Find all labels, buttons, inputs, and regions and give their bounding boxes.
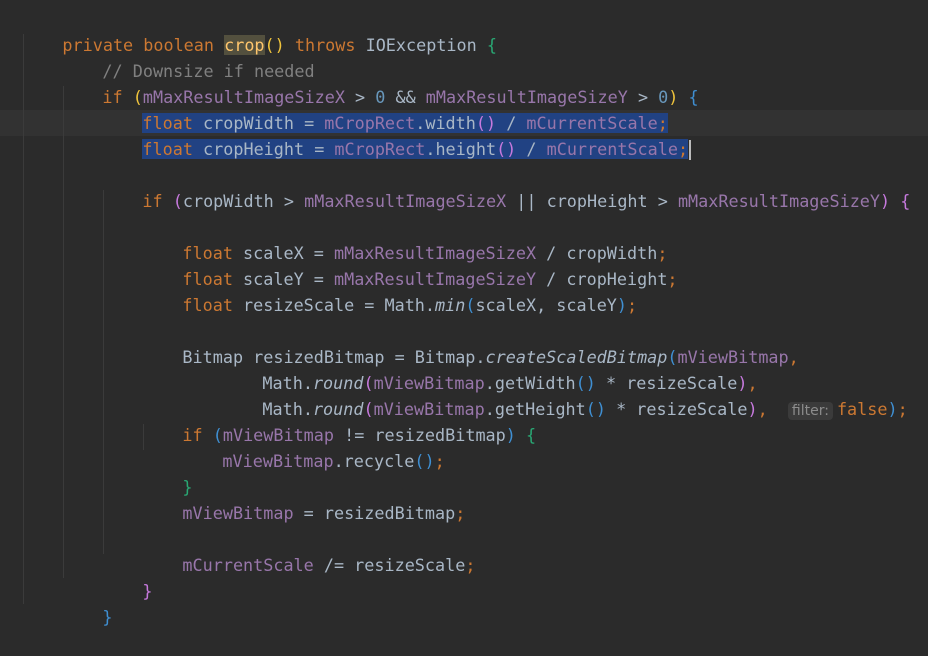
code-text: cropWidth > — [182, 191, 305, 211]
code-text: scaleX, scaleY — [475, 295, 617, 315]
closing-brace: } — [102, 607, 113, 627]
code-line[interactable]: mViewBitmap.recycle(); — [182, 422, 444, 471]
keyword-float: float — [182, 295, 233, 315]
code-line[interactable]: float resizeScale = Math.min(scaleX, sca… — [142, 266, 637, 315]
code-line[interactable]: if (mViewBitmap != resizedBitmap) { — [142, 396, 536, 445]
code-line[interactable]: Math.round(mViewBitmap.getHeight() * res… — [222, 370, 908, 420]
code-text: resizeScale = Math. — [232, 295, 436, 315]
code-line[interactable]: if (cropWidth > mMaxResultImageSizeX || … — [102, 162, 910, 211]
code-line[interactable]: Bitmap resizedBitmap = Bitmap.createScal… — [142, 318, 798, 367]
code-line-selected[interactable]: float cropWidth = mCropRect.width() / mC… — [102, 84, 668, 133]
code-line-selected[interactable]: float cropHeight = mCropRect.height() / … — [102, 110, 692, 160]
code-editor[interactable]: private boolean crop() throws IOExceptio… — [0, 0, 928, 627]
code-line[interactable]: } — [102, 552, 152, 601]
field-ref: mCropRect — [334, 139, 426, 159]
operator: / — [516, 139, 547, 159]
code-line[interactable]: if (mMaxResultImageSizeX > 0 && mMaxResu… — [62, 58, 698, 107]
method-call: height — [435, 139, 497, 159]
indent-guide — [63, 86, 64, 578]
code-line[interactable]: float scaleX = mMaxResultImageSizeX / cr… — [142, 214, 667, 263]
field-ref: mMaxResultImageSizeX — [304, 191, 507, 211]
keyword-float: float — [142, 139, 193, 159]
keyword-false: false — [836, 399, 888, 419]
closing-brace: } — [142, 581, 153, 601]
field-ref: mViewBitmap — [182, 503, 294, 523]
text-cursor — [689, 140, 692, 160]
exception-type: IOException — [365, 35, 477, 55]
field-ref: mViewBitmap — [222, 451, 334, 471]
code-line[interactable]: Math.round(mViewBitmap.getWidth() * resi… — [222, 344, 757, 393]
code-line[interactable]: private boolean crop() throws IOExceptio… — [22, 6, 497, 55]
code-line[interactable]: mCurrentScale /= resizeScale; — [142, 526, 475, 575]
code-text: * resizeScale — [606, 399, 748, 419]
code-line[interactable]: mViewBitmap = resizedBitmap; — [142, 474, 465, 523]
code-line[interactable]: float scaleY = mMaxResultImageSizeY / cr… — [142, 240, 677, 289]
selection: float cropHeight = mCropRect.height() / … — [142, 139, 689, 159]
code-line[interactable]: // Downsize if needed — [62, 32, 314, 81]
code-text: = resizedBitmap — [293, 503, 456, 523]
code-line[interactable]: } — [62, 578, 112, 627]
method-call: .recycle — [333, 451, 415, 471]
code-text: /= resizeScale — [313, 555, 466, 575]
field-ref: mMaxResultImageSizeY — [677, 191, 881, 211]
code-text: cropHeight = — [192, 139, 335, 159]
field-ref: mCurrentScale — [182, 555, 314, 575]
code-line[interactable]: } — [142, 448, 192, 497]
parameter-hint: filter: — [787, 402, 833, 420]
keyword-if: if — [142, 191, 163, 211]
method-call: min — [435, 295, 466, 315]
indent-guide — [23, 34, 24, 604]
code-text: || cropHeight > — [506, 191, 678, 211]
field-ref: mCurrentScale — [546, 139, 678, 159]
indent-guide — [103, 190, 104, 554]
